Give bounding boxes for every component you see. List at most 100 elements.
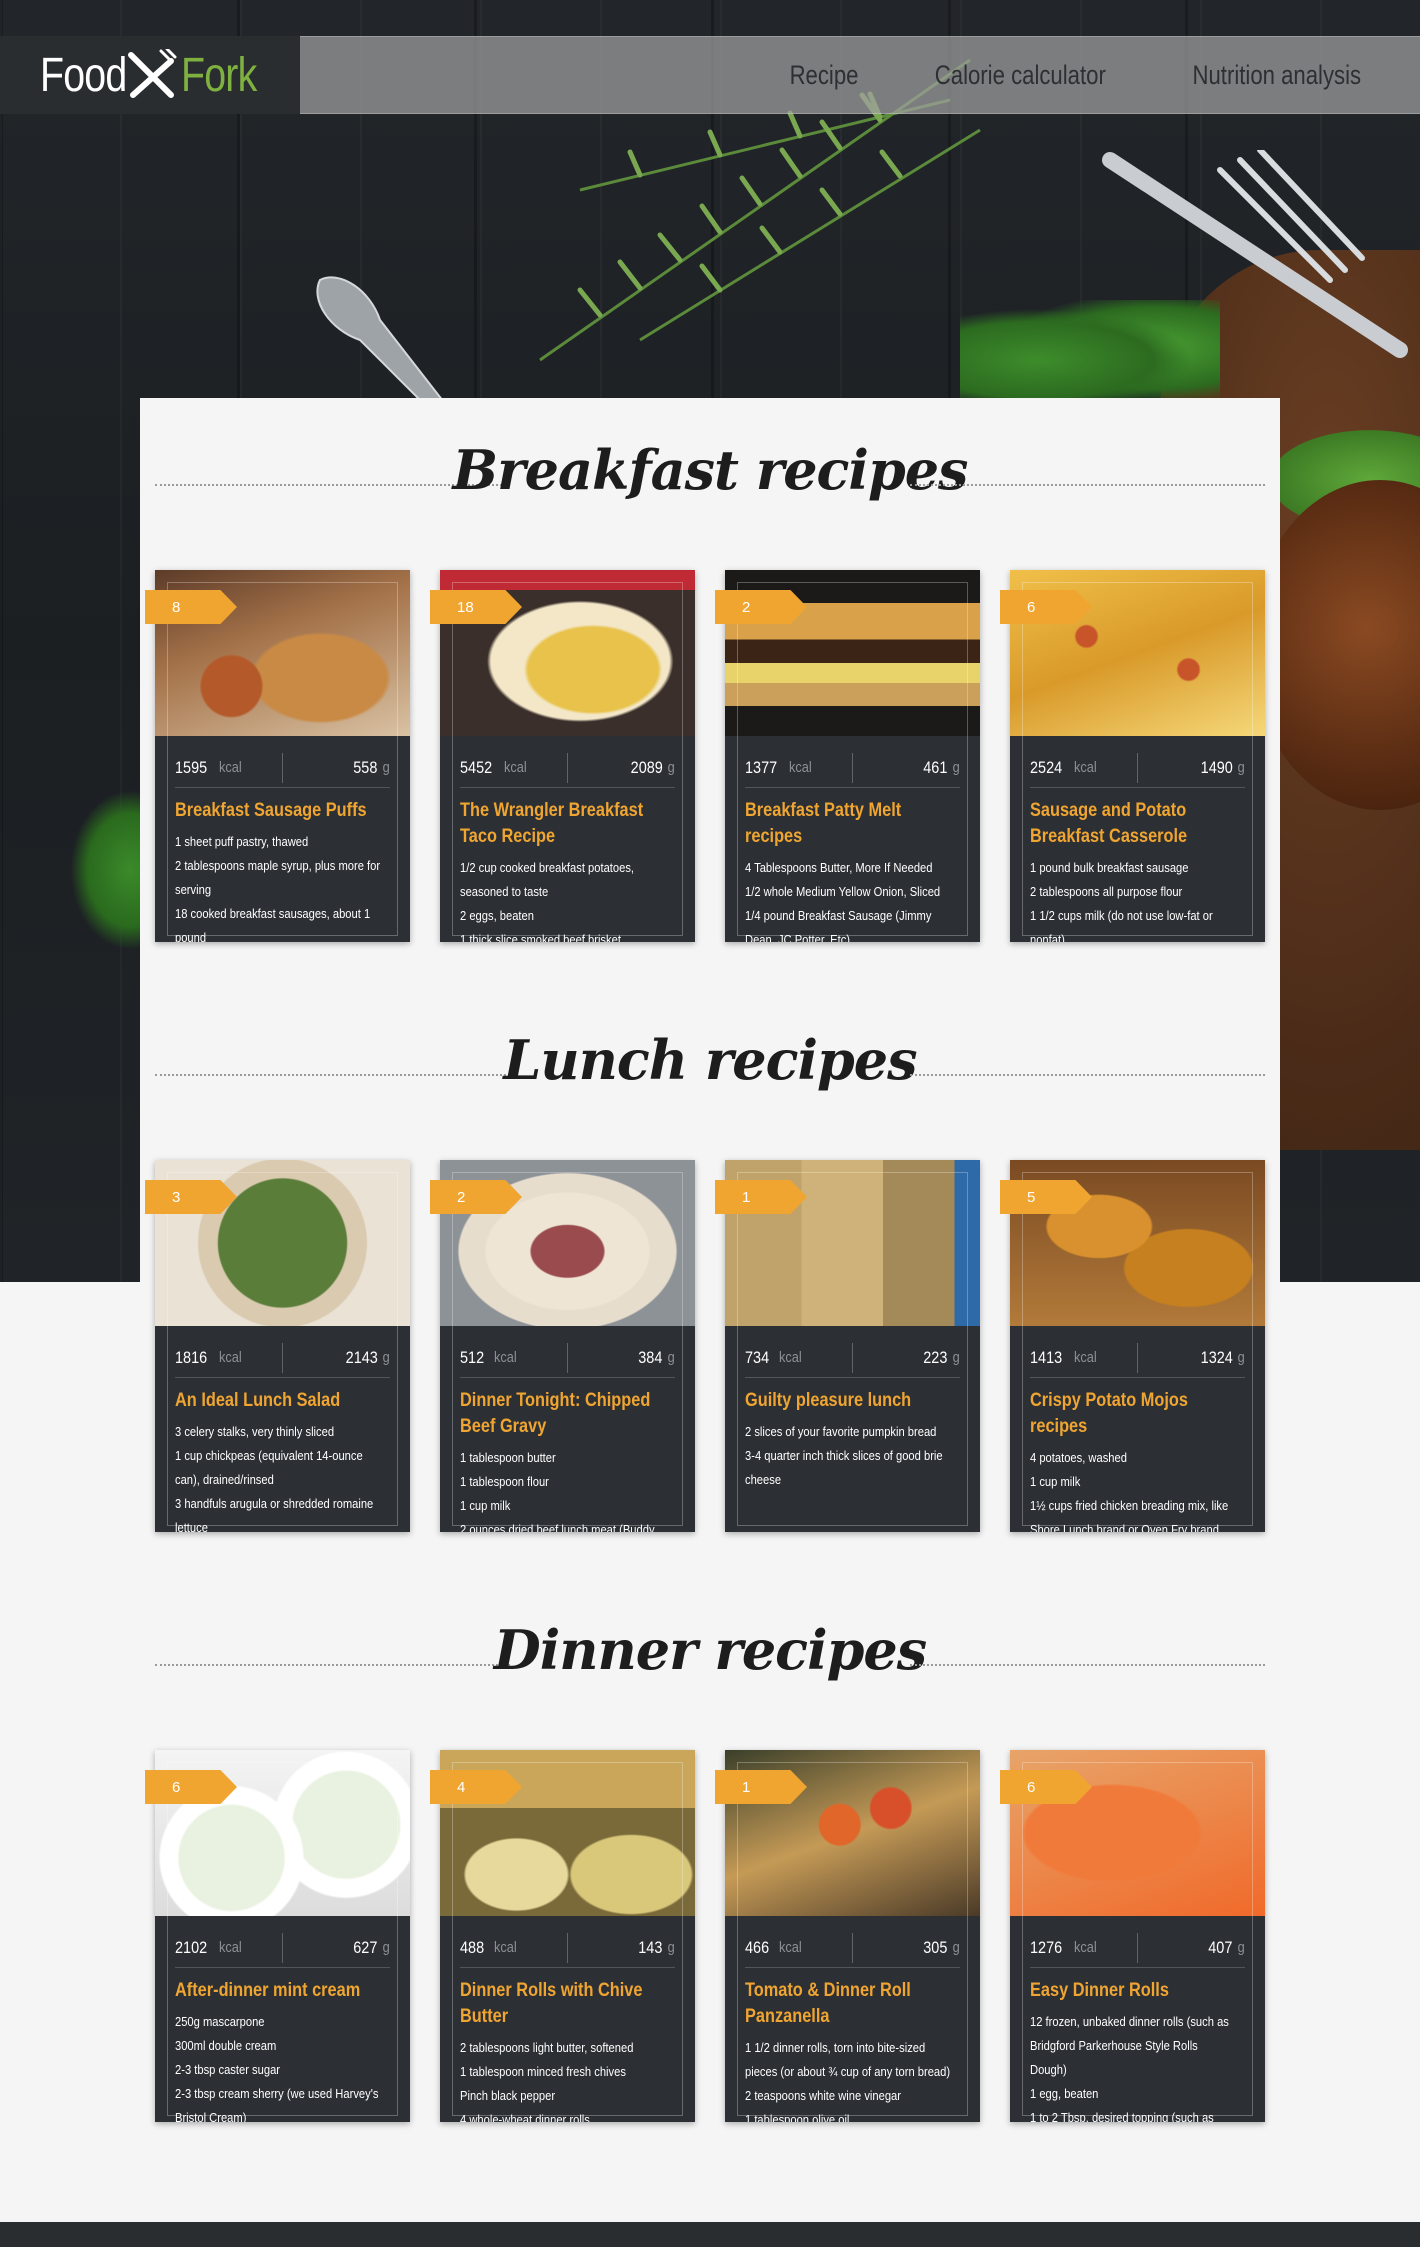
ingredient-line: 1 1/2 dinner rolls, torn into bite-sized… — [745, 2040, 951, 2079]
calories-stat: 2524 kcal — [1030, 752, 1138, 783]
calories-unit: kcal — [494, 1939, 518, 1956]
weight-stat: 407 g — [1138, 1933, 1246, 1963]
ingredient-line: 1/2 whole Medium Yellow Onion, Sliced — [745, 884, 941, 899]
spoon-image — [316, 276, 452, 410]
nutrition-stats: 1816 kcal 2143 g — [175, 1338, 390, 1378]
ingredient-list: 4 potatoes, washed 1 cup milk 1½ cups frie… — [1030, 1446, 1251, 1532]
calories-unit: kcal — [494, 1349, 518, 1366]
calories-stat: 466 kcal — [745, 1932, 853, 1963]
nav-link-nutrition-analysis[interactable]: Nutrition analysis — [1193, 60, 1362, 91]
servings-badge: 4 — [430, 1770, 522, 1804]
nutrition-stats: 2102 kcal 627 g — [175, 1928, 390, 1968]
recipe-title[interactable]: Sausage and Potato Breakfast Casserole — [1030, 798, 1245, 850]
recipe-title[interactable]: The Wrangler Breakfast Taco Recipe — [460, 798, 675, 850]
fork-knife-logo-icon — [128, 49, 177, 98]
ingredient-list: 1 tablespoon butter 1 tablespoon flour 1 c… — [460, 1446, 681, 1532]
calories-value: 1816 — [175, 1347, 208, 1367]
recipe-card[interactable]: 18 5452 kcal 2089 g The Wrangler Breakfa… — [430, 570, 695, 942]
nutrition-stats: 2524 kcal 1490 g — [1030, 748, 1245, 788]
recipe-card[interactable]: 5 1413 kcal 1324 g Crispy Potato Mojos r… — [1000, 1160, 1265, 1532]
site-logo[interactable]: Food Fork — [0, 36, 300, 114]
recipe-title[interactable]: Dinner Rolls with Chive Butter — [460, 1978, 675, 2030]
calories-stat: 512 kcal — [460, 1342, 568, 1373]
calories-stat: 1276 kcal — [1030, 1932, 1138, 1963]
recipe-card[interactable]: 2 512 kcal 384 g Dinner Tonight: Chipped… — [430, 1160, 695, 1532]
ingredient-line: 300ml double cream — [175, 2038, 277, 2053]
weight-unit: g — [667, 759, 675, 776]
servings-badge: 2 — [430, 1180, 522, 1214]
ingredient-line: 2 teaspoons white wine vinegar — [745, 2088, 901, 2103]
main-nav: Recipe Calorie calculator Nutrition anal… — [782, 36, 1380, 114]
section-divider-right — [910, 1074, 1265, 1076]
calories-value: 1595 — [175, 757, 208, 777]
recipe-title[interactable]: Crispy Potato Mojos recipes — [1030, 1388, 1245, 1440]
section-divider-right — [910, 484, 1265, 486]
ingredient-line: 1 tablespoon flour — [460, 1474, 549, 1489]
ingredient-line: 4 whole-wheat dinner rolls — [460, 2112, 590, 2122]
nav-link-calorie-calculator[interactable]: Calorie calculator — [935, 60, 1106, 91]
recipe-card[interactable]: 6 2524 kcal 1490 g Sausage and Potato Br… — [1000, 570, 1265, 942]
weight-unit: g — [952, 1939, 960, 1956]
recipe-card[interactable]: 2 1377 kcal 461 g Breakfast Patty Melt r… — [715, 570, 980, 942]
recipe-card[interactable]: 4 488 kcal 143 g Dinner Rolls with Chive… — [430, 1750, 695, 2122]
ingredient-line: 2-3 tbsp cream sherry (we used Harvey's … — [175, 2086, 379, 2122]
calories-value: 2102 — [175, 1937, 208, 1957]
ingredient-line: 1 thick slice smoked beef brisket, chopp… — [460, 932, 625, 942]
recipe-title[interactable]: An Ideal Lunch Salad — [175, 1388, 390, 1414]
weight-unit: g — [382, 1939, 390, 1956]
ingredient-list: 1 pound bulk breakfast sausage 2 tablespo… — [1030, 856, 1251, 942]
weight-value: 407 — [1208, 1937, 1233, 1957]
calories-unit: kcal — [788, 759, 812, 776]
recipe-title[interactable]: Dinner Tonight: Chipped Beef Gravy — [460, 1388, 675, 1440]
recipe-card[interactable]: 8 1595 kcal 558 g Breakfast Sausage Puff… — [145, 570, 410, 942]
weight-unit: g — [667, 1349, 675, 1366]
ingredient-line: 12 frozen, unbaked dinner rolls (such as… — [1030, 2014, 1229, 2077]
ingredient-list: 1/2 cup cooked breakfast potatoes, seaso… — [460, 856, 681, 942]
weight-value: 223 — [923, 1347, 948, 1367]
calories-stat: 488 kcal — [460, 1932, 568, 1963]
section-title: Breakfast recipes — [452, 438, 969, 502]
recipe-title[interactable]: Breakfast Patty Melt recipes — [745, 798, 960, 850]
weight-value: 143 — [638, 1937, 663, 1957]
ingredient-line: 1/4 pound Breakfast Sausage (Jimmy Dean,… — [745, 908, 932, 942]
ingredient-list: 12 frozen, unbaked dinner rolls (such as… — [1030, 2010, 1251, 2122]
weight-unit: g — [1237, 759, 1245, 776]
weight-stat: 143 g — [568, 1933, 676, 1963]
calories-value: 5452 — [460, 757, 493, 777]
weight-stat: 2143 g — [283, 1343, 391, 1373]
weight-value: 384 — [638, 1347, 663, 1367]
recipe-title[interactable]: Breakfast Sausage Puffs — [175, 798, 390, 824]
weight-value: 627 — [353, 1937, 378, 1957]
weight-value: 461 — [923, 757, 948, 777]
nav-link-recipe[interactable]: Recipe — [789, 60, 858, 91]
nutrition-stats: 1276 kcal 407 g — [1030, 1928, 1245, 1968]
calories-value: 734 — [745, 1347, 770, 1367]
weight-stat: 558 g — [283, 753, 391, 783]
calories-stat: 1413 kcal — [1030, 1342, 1138, 1373]
recipe-title[interactable]: Easy Dinner Rolls — [1030, 1978, 1245, 2004]
weight-unit: g — [952, 1349, 960, 1366]
recipe-card[interactable]: 1 466 kcal 305 g Tomato & Dinner Roll Pa… — [715, 1750, 980, 2122]
weight-stat: 2089 g — [568, 753, 676, 783]
recipe-section: Dinner recipes 6 2102 kcal 627 g After-d… — [140, 1578, 1280, 2178]
calories-stat: 1377 kcal — [745, 752, 853, 783]
recipe-card[interactable]: 6 2102 kcal 627 g After-dinner mint crea… — [145, 1750, 410, 2122]
servings-badge: 18 — [430, 590, 522, 624]
weight-stat: 1324 g — [1138, 1343, 1246, 1373]
recipe-title[interactable]: After-dinner mint cream — [175, 1978, 390, 2004]
ingredient-line: 3 handfuls arugula or shredded romaine l… — [175, 1496, 374, 1532]
calories-value: 466 — [745, 1937, 770, 1957]
recipe-card[interactable]: 3 1816 kcal 2143 g An Ideal Lunch Salad … — [145, 1160, 410, 1532]
recipe-card[interactable]: 6 1276 kcal 407 g Easy Dinner Rolls 12 f… — [1000, 1750, 1265, 2122]
recipe-title[interactable]: Guilty pleasure lunch — [745, 1388, 960, 1414]
ingredient-line: 1 cup chickpeas (equivalent 14-ounce can… — [175, 1448, 363, 1487]
servings-badge: 5 — [1000, 1180, 1092, 1214]
recipe-card[interactable]: 1 734 kcal 223 g Guilty pleasure lunch 2… — [715, 1160, 980, 1532]
recipe-title[interactable]: Tomato & Dinner Roll Panzanella — [745, 1978, 960, 2030]
nutrition-stats: 466 kcal 305 g — [745, 1928, 960, 1968]
weight-value: 305 — [923, 1937, 948, 1957]
ingredient-line: 1 egg, beaten — [1030, 2086, 1099, 2101]
calories-unit: kcal — [1073, 1349, 1097, 1366]
recipes-panel: Breakfast recipes 8 1595 kcal 558 g Brea… — [140, 398, 1280, 2198]
calories-value: 2524 — [1030, 757, 1063, 777]
